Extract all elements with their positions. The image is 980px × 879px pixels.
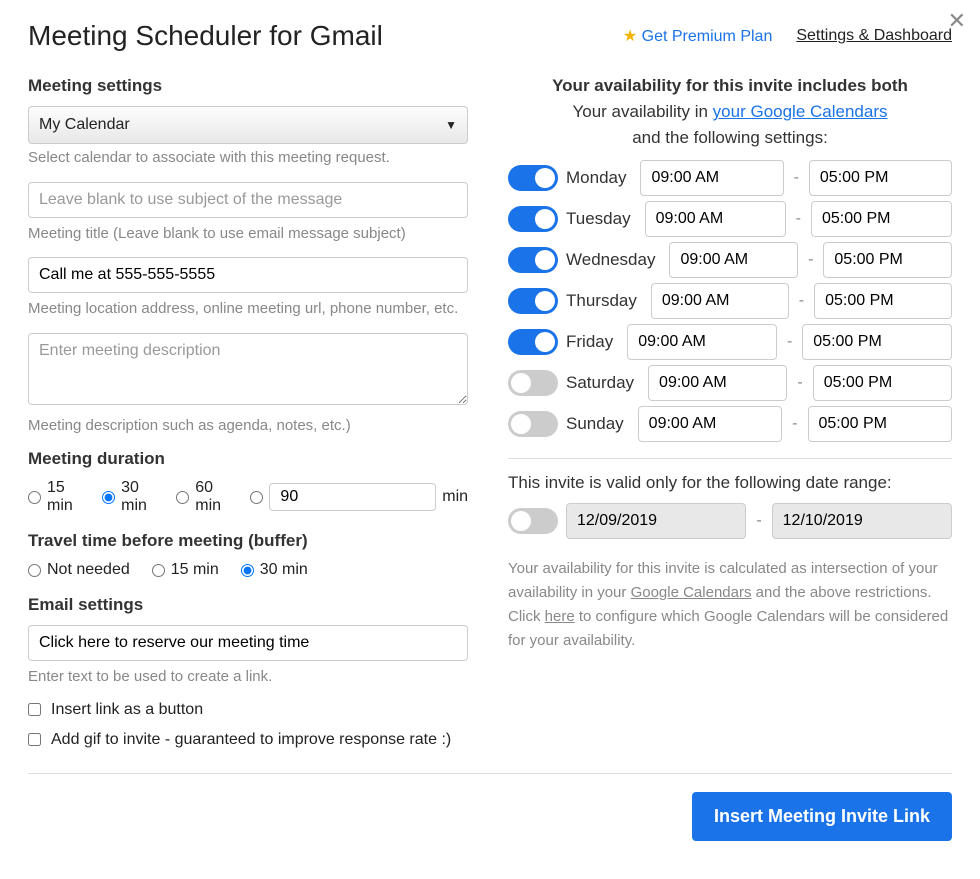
dash: - [797,292,806,310]
day-toggle[interactable] [508,329,558,355]
dash: - [806,251,815,269]
day-row: Sunday - [508,406,952,442]
buffer-15-option[interactable]: 15 min [152,561,219,579]
day-name: Sunday [566,414,630,434]
buffer-heading: Travel time before meeting (buffer) [28,531,468,551]
insert-as-button-checkbox[interactable] [28,703,41,716]
calendar-help: Select calendar to associate with this m… [28,148,468,168]
start-time-input[interactable] [638,406,783,442]
buffer-radio-group: Not needed 15 min 30 min [28,561,468,579]
duration-custom-unit: min [442,488,468,506]
day-name: Friday [566,332,619,352]
meeting-location-help: Meeting location address, online meeting… [28,299,468,319]
start-time-input[interactable] [651,283,789,319]
footer: Insert Meeting Invite Link [28,773,952,841]
duration-15-option[interactable]: 15 min [28,479,80,515]
day-name: Monday [566,168,632,188]
duration-custom-option[interactable]: min [250,483,468,511]
end-time-input[interactable] [814,283,952,319]
day-row: Thursday - [508,283,952,319]
google-calendars-link-2[interactable]: Google Calendars [631,584,752,601]
day-toggle[interactable] [508,247,558,273]
header-actions: ★ Get Premium Plan Settings & Dashboard [623,20,952,46]
calendar-select[interactable]: My Calendar ▼ [28,106,468,144]
end-time-input[interactable] [813,365,952,401]
day-name: Saturday [566,373,640,393]
day-name: Tuesday [566,209,637,229]
meeting-description-input[interactable] [28,333,468,405]
day-row: Friday - [508,324,952,360]
day-toggle[interactable] [508,206,558,232]
day-toggle[interactable] [508,288,558,314]
availability-subtext-2: and the following settings: [508,128,952,148]
day-toggle[interactable] [508,370,558,396]
duration-radio-group: 15 min 30 min 60 min min [28,479,468,515]
meeting-description-help: Meeting description such as agenda, note… [28,416,468,436]
meeting-location-input[interactable] [28,257,468,293]
availability-disclaimer: Your availability for this invite is cal… [508,557,952,653]
duration-heading: Meeting duration [28,449,468,469]
configure-here-link[interactable]: here [545,608,575,625]
start-time-input[interactable] [645,201,786,237]
star-icon: ★ [623,28,637,45]
duration-30-option[interactable]: 30 min [102,479,154,515]
start-time-input[interactable] [640,160,783,196]
google-calendars-link[interactable]: your Google Calendars [713,102,888,121]
dash: - [792,169,801,187]
get-premium-link[interactable]: Get Premium Plan [642,28,773,45]
date-to-input[interactable] [772,503,952,539]
email-settings-heading: Email settings [28,595,468,615]
meeting-title-input[interactable] [28,182,468,218]
availability-heading: Your availability for this invite includ… [508,76,952,96]
dash: - [754,512,763,530]
buffer-none-option[interactable]: Not needed [28,561,130,579]
duration-60-option[interactable]: 60 min [176,479,228,515]
day-row: Tuesday - [508,201,952,237]
end-time-input[interactable] [823,242,952,278]
meeting-settings-heading: Meeting settings [28,76,468,96]
chevron-down-icon: ▼ [445,118,457,132]
separator [508,458,952,459]
end-time-input[interactable] [808,406,953,442]
close-icon[interactable]: ✕ [948,8,966,34]
dash: - [790,415,799,433]
availability-subtext-1: Your availability in your Google Calenda… [508,102,952,122]
buffer-30-option[interactable]: 30 min [241,561,308,579]
end-time-input[interactable] [802,324,952,360]
date-from-input[interactable] [566,503,746,539]
day-name: Wednesday [566,250,661,270]
add-gif-checkbox[interactable] [28,733,41,746]
premium-link-wrap: ★ Get Premium Plan [623,26,773,46]
header: Meeting Scheduler for Gmail ★ Get Premiu… [28,20,952,52]
day-toggle[interactable] [508,165,558,191]
insert-invite-link-button[interactable]: Insert Meeting Invite Link [692,792,952,841]
day-toggle[interactable] [508,411,558,437]
settings-dashboard-link[interactable]: Settings & Dashboard [796,27,952,45]
start-time-input[interactable] [627,324,777,360]
date-range-label: This invite is valid only for the follow… [508,473,952,493]
day-row: Saturday - [508,365,952,401]
day-row: Wednesday - [508,242,952,278]
app-title: Meeting Scheduler for Gmail [28,20,383,52]
start-time-input[interactable] [648,365,787,401]
meeting-title-help: Meeting title (Leave blank to use email … [28,224,468,244]
insert-as-button-label: Insert link as a button [51,701,203,719]
start-time-input[interactable] [669,242,798,278]
end-time-input[interactable] [811,201,952,237]
day-row: Monday - [508,160,952,196]
duration-custom-input[interactable] [269,483,436,511]
link-text-input[interactable] [28,625,468,661]
link-text-help: Enter text to be used to create a link. [28,667,468,687]
dash: - [794,210,803,228]
dash: - [785,333,794,351]
dash: - [795,374,804,392]
add-gif-label: Add gif to invite - guaranteed to improv… [51,731,451,749]
day-name: Thursday [566,291,643,311]
date-range-toggle[interactable] [508,508,558,534]
calendar-select-value: My Calendar [39,116,130,134]
end-time-input[interactable] [809,160,952,196]
